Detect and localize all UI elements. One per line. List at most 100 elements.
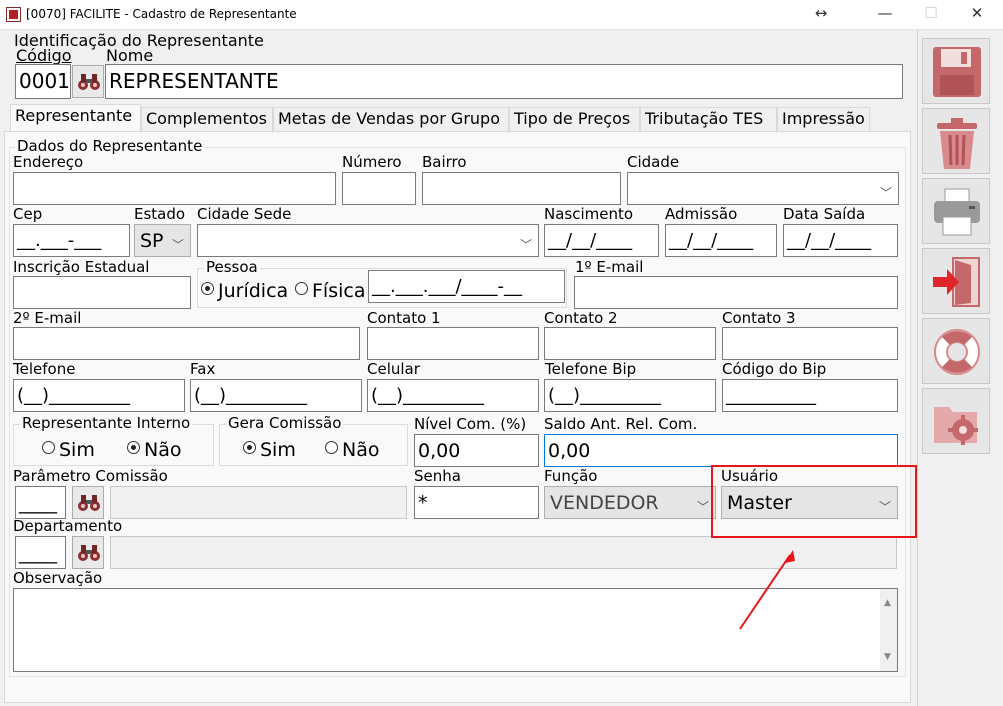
rep-interno-nao-radio[interactable]: Não (127, 439, 181, 461)
admissao-input[interactable]: __/__/____ (665, 224, 777, 257)
radio-dot-checked-icon (127, 441, 140, 454)
rep-interno-sim-radio[interactable]: Sim (42, 439, 95, 461)
cidade-sede-label: Cidade Sede (197, 205, 292, 223)
save-icon (933, 47, 981, 97)
title-bar: [0070] FACILITE - Cadastro de Representa… (0, 0, 1003, 30)
cidade-select[interactable]: ﹀ (627, 172, 899, 205)
maximize-button[interactable]: ☐ (916, 4, 946, 22)
fax-input[interactable]: (__)_________ (190, 379, 362, 412)
contato2-input[interactable] (544, 327, 716, 360)
parametro-search-button[interactable] (72, 486, 104, 519)
sidebar-divider (917, 30, 918, 706)
contato3-input[interactable] (722, 327, 898, 360)
nascimento-input[interactable]: __/__/____ (544, 224, 659, 257)
numero-input[interactable] (342, 172, 416, 205)
cnpj-input[interactable]: __.___.___/____-__ (368, 270, 565, 303)
departamento-input[interactable]: ____ (15, 536, 66, 569)
settings-button[interactable] (922, 388, 990, 454)
folder-settings-icon (934, 407, 978, 445)
gera-comissao-label: Gera Comissão (226, 414, 344, 432)
email1-input[interactable] (574, 276, 898, 309)
telefone-bip-input[interactable]: (__)_________ (544, 379, 716, 412)
lifebuoy-help-icon (934, 329, 980, 375)
tab-representante[interactable]: Representante (10, 104, 141, 132)
celular-input[interactable]: (__)_________ (367, 379, 539, 412)
funcao-value: VENDEDOR (550, 492, 659, 514)
nivel-input[interactable]: 0,00 (414, 434, 539, 467)
tab-metas-vendas[interactable]: Metas de Vendas por Grupo (273, 107, 509, 131)
nome-input[interactable]: REPRESENTANTE (105, 64, 903, 99)
tab-impressao[interactable]: Impressão (777, 107, 870, 131)
gera-comissao-sim-radio[interactable]: Sim (243, 439, 296, 461)
parametro-input[interactable]: ____ (15, 486, 66, 519)
contato1-label: Contato 1 (367, 309, 441, 327)
data-saida-input[interactable]: __/__/____ (783, 224, 898, 257)
email1-label: 1º E-mail (575, 258, 644, 276)
saldo-label: Saldo Ant. Rel. Com. (544, 415, 698, 433)
restore-arrows-icon[interactable]: ↔ (806, 4, 836, 22)
cep-input[interactable]: __.___-___ (13, 224, 130, 257)
nascimento-label: Nascimento (544, 205, 634, 223)
email2-label: 2º E-mail (13, 309, 82, 327)
endereco-input[interactable] (13, 172, 336, 205)
contato2-label: Contato 2 (544, 309, 618, 327)
chevron-down-icon: ﹀ (879, 186, 892, 200)
print-button[interactable] (922, 178, 990, 244)
scroll-up-icon[interactable]: ▲ (884, 591, 891, 615)
chevron-down-icon: ﹀ (696, 500, 709, 514)
app-icon (6, 7, 21, 22)
tab-tipo-precos[interactable]: Tipo de Preços (509, 107, 640, 131)
printer-icon (934, 188, 980, 236)
senha-input[interactable]: * (414, 486, 539, 519)
gera-comissao-nao-radio[interactable]: Não (325, 439, 379, 461)
codigo-search-button[interactable] (72, 65, 104, 98)
senha-label: Senha (414, 467, 461, 485)
observacao-label: Observação (13, 569, 103, 587)
admissao-label: Admissão (665, 205, 738, 223)
radio-fisica[interactable]: Física (295, 280, 365, 302)
codigo-bip-input[interactable]: __________ (722, 379, 898, 412)
close-button[interactable]: ✕ (962, 4, 992, 22)
tab-complementos[interactable]: Complementos (141, 107, 273, 131)
window-title: [0070] FACILITE - Cadastro de Representa… (26, 7, 297, 21)
telefone-bip-label: Telefone Bip (545, 360, 637, 378)
funcao-select[interactable]: VENDEDOR ﹀ (544, 486, 716, 519)
radio-dot-icon (295, 282, 308, 295)
observacao-scrollbar[interactable]: ▲ ▼ (880, 589, 897, 671)
radio-dot-checked-icon (243, 441, 256, 454)
binoculars-icon (78, 545, 100, 561)
funcao-label: Função (544, 467, 598, 485)
scroll-down-icon[interactable]: ▼ (884, 645, 891, 669)
bairro-input[interactable] (422, 172, 621, 205)
radio-dot-icon (325, 441, 338, 454)
email2-input[interactable] (13, 327, 360, 360)
estado-select[interactable]: SP ﹀ (134, 224, 191, 257)
estado-label: Estado (134, 205, 186, 223)
codigo-bip-label: Código do Bip (722, 360, 827, 378)
saldo-input[interactable]: 0,00 (544, 434, 898, 467)
help-button[interactable] (922, 318, 990, 384)
tab-tributacao-tes[interactable]: Tributação TES (640, 107, 777, 131)
parametro-label: Parâmetro Comissão (13, 467, 168, 485)
nivel-label: Nível Com. (%) (414, 415, 527, 433)
contato1-input[interactable] (367, 327, 539, 360)
inscricao-input[interactable] (13, 276, 191, 309)
rep-interno-label: Representante Interno (20, 414, 193, 432)
telefone-input[interactable]: (__)_________ (13, 379, 185, 412)
fax-label: Fax (190, 360, 216, 378)
codigo-label: Código (16, 46, 72, 65)
exit-button[interactable] (922, 248, 990, 314)
endereco-label: Endereço (13, 153, 84, 171)
departamento-search-button[interactable] (72, 536, 104, 569)
cidade-label: Cidade (627, 153, 680, 171)
save-button[interactable] (922, 38, 990, 104)
inscricao-label: Inscrição Estadual (13, 258, 150, 276)
delete-button[interactable] (922, 108, 990, 174)
usuario-highlight-box (711, 465, 917, 538)
radio-juridica[interactable]: Jurídica (201, 280, 288, 302)
data-saida-label: Data Saída (783, 205, 866, 223)
radio-dot-icon (42, 441, 55, 454)
codigo-input[interactable]: 0001 (15, 64, 71, 99)
minimize-button[interactable]: — (870, 4, 900, 22)
cidade-sede-select[interactable]: ﹀ (197, 224, 539, 257)
